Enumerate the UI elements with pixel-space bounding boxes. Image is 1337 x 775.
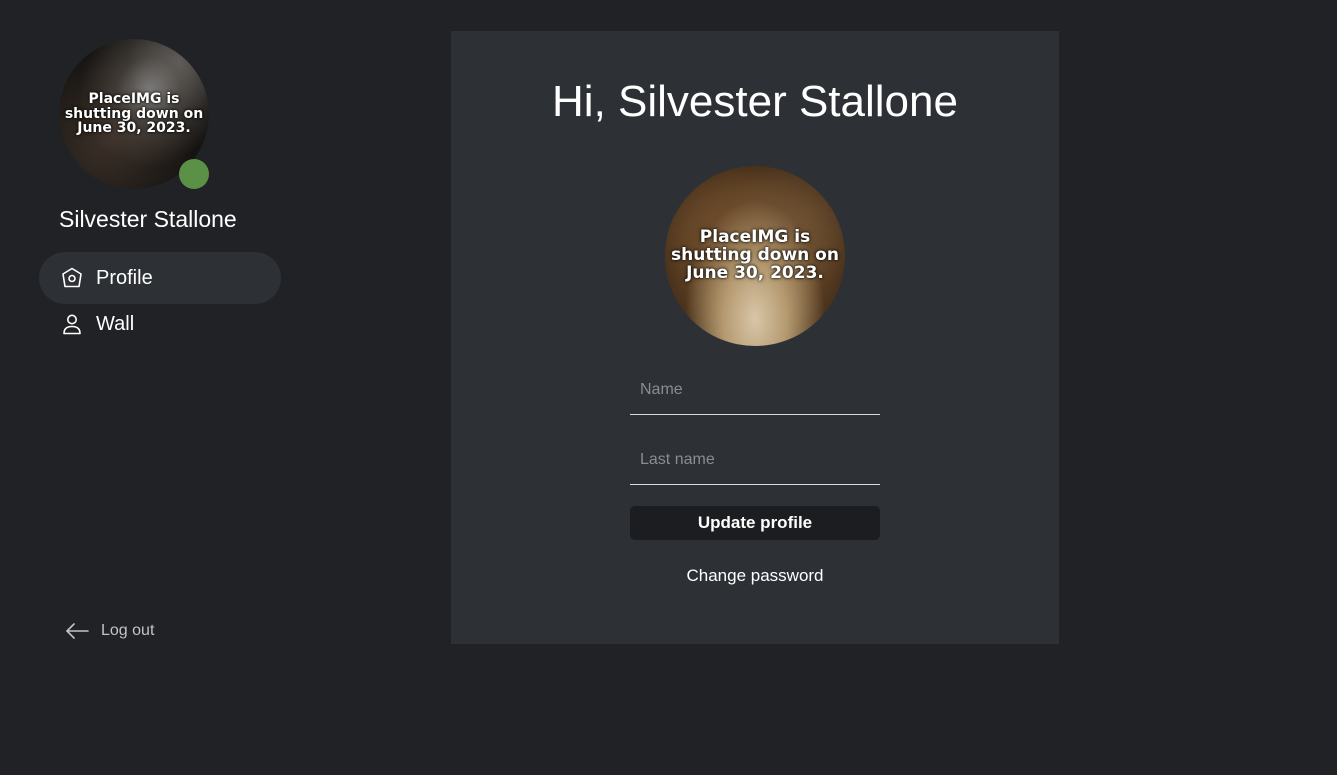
sidebar-user-name: Silvester Stallone <box>59 206 237 232</box>
avatar-placeholder-text: PlaceIMG is shutting down on June 30, 20… <box>671 227 839 283</box>
sidebar-item-profile[interactable]: Profile <box>39 252 281 304</box>
page-title: Hi, Silvester Stallone <box>552 77 958 126</box>
sidebar: PlaceIMG is shutting down on June 30, 20… <box>0 0 320 775</box>
home-icon <box>60 266 84 290</box>
update-profile-button[interactable]: Update profile <box>630 506 880 540</box>
arrow-left-icon <box>64 618 90 644</box>
online-status-indicator <box>179 159 209 189</box>
profile-avatar[interactable]: PlaceIMG is shutting down on June 30, 20… <box>665 166 845 346</box>
profile-panel: Hi, Silvester Stallone PlaceIMG is shutt… <box>451 31 1059 644</box>
logout-button[interactable]: Log out <box>64 618 154 644</box>
last-name-field[interactable] <box>630 435 880 485</box>
sidebar-item-label: Wall <box>96 312 135 335</box>
sidebar-avatar: PlaceIMG is shutting down on June 30, 20… <box>59 39 209 189</box>
change-password-link[interactable]: Change password <box>630 566 880 586</box>
sidebar-item-wall[interactable]: Wall <box>39 298 281 350</box>
avatar-image: PlaceIMG is shutting down on June 30, 20… <box>665 166 845 346</box>
name-field[interactable] <box>630 365 880 415</box>
avatar-placeholder-text: PlaceIMG is shutting down on June 30, 20… <box>64 90 204 137</box>
logout-label: Log out <box>101 622 155 639</box>
sidebar-item-label: Profile <box>96 266 153 289</box>
user-icon <box>60 312 84 336</box>
